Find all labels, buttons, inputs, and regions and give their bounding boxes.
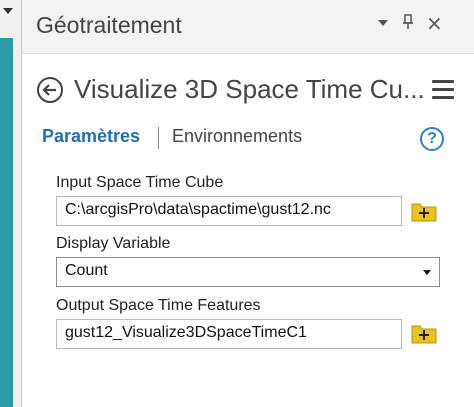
tool-title: Visualize 3D Space Time Cu... [74, 74, 425, 104]
display-variable-select[interactable]: Count [56, 257, 440, 287]
tab-parameters[interactable]: Paramètres [42, 126, 140, 147]
chevron-down-icon [423, 270, 431, 275]
auto-hide-pin-icon[interactable] [402, 14, 414, 34]
input-cube-field[interactable]: C:\arcgisPro\data\spactime\gust12.nc [56, 196, 402, 226]
output-features-field[interactable]: gust12_Visualize3DSpaceTimeC1 [56, 319, 402, 349]
background-app-edge [0, 0, 22, 407]
tool-title-row: Visualize 3D Space Time Cu... [36, 74, 460, 108]
map-view-edge [0, 38, 13, 407]
help-icon[interactable]: ? [420, 127, 444, 151]
pane-options-dropdown-icon[interactable] [378, 20, 388, 26]
tab-divider [158, 127, 159, 149]
dropdown-arrow-icon[interactable] [3, 8, 13, 14]
display-variable-label: Display Variable [56, 235, 171, 252]
display-variable-value: Count [65, 262, 108, 279]
output-features-label: Output Space Time Features [56, 297, 261, 314]
back-arrow-circle-icon[interactable] [36, 76, 64, 104]
input-cube-label: Input Space Time Cube [56, 174, 224, 191]
app-window: Géotraitement × Visualize 3D Space Time [0, 0, 474, 407]
tab-environments[interactable]: Environnements [172, 126, 302, 147]
close-icon[interactable]: × [426, 11, 443, 35]
browse-folder-icon[interactable] [410, 320, 438, 346]
browse-folder-icon[interactable] [410, 198, 438, 224]
pane-header: Géotraitement × [22, 0, 474, 54]
geoprocessing-pane: Géotraitement × Visualize 3D Space Time [22, 0, 474, 407]
pane-title: Géotraitement [36, 12, 182, 38]
hamburger-menu-icon[interactable] [432, 80, 454, 100]
